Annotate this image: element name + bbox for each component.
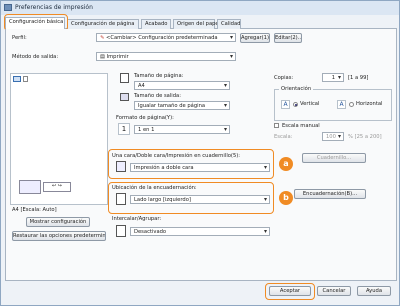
badge-b: b (279, 191, 293, 205)
printer-icon (4, 4, 12, 11)
profile-label: Perfil: (12, 35, 27, 41)
show-settings-button[interactable]: Mostrar configuración (26, 217, 90, 227)
window-title: Preferencias de impresión (15, 4, 93, 11)
print-icon: ▤ (100, 54, 105, 60)
restore-defaults-button[interactable]: Restaurar las opciones predeterminadas (12, 231, 106, 241)
landscape-label: Horizontal (356, 101, 383, 107)
printer-preview-icon (19, 180, 41, 194)
profile-select[interactable]: ✎ <Cambiar> Configuración predeterminada (96, 33, 236, 42)
manual-scaling-checkbox[interactable] (274, 123, 279, 128)
collate-select[interactable]: Desactivado (130, 227, 270, 236)
duplex-icon (116, 161, 126, 172)
output-method-label: Método de salida: (12, 54, 59, 60)
cancel-button[interactable]: Cancelar (317, 286, 351, 296)
preview-page-icon[interactable] (23, 76, 28, 82)
output-size-select[interactable]: Igualar tamaño de página (134, 101, 230, 110)
binding-button[interactable]: Encuadernación(B)... (294, 189, 366, 199)
page-layout-label: Formato de página(Y): (116, 115, 174, 121)
booklet-button[interactable]: Cuadernillo... (302, 153, 366, 163)
preview-mode-icon[interactable] (13, 76, 21, 82)
title-bar: Preferencias de impresión (1, 1, 399, 15)
binding-location-label: Ubicación de la encuadernación: (112, 185, 197, 191)
page-layout-icon: 1 (118, 123, 130, 135)
binding-icon (116, 193, 126, 205)
badge-a: a (279, 157, 293, 171)
output-size-icon (120, 93, 129, 101)
profile-value: <Cambiar> Configuración predeterminada (106, 35, 218, 41)
duplex-select[interactable]: Impresión a doble cara (130, 163, 270, 172)
preview-caption: A4 [Escala: Auto] (12, 207, 57, 213)
page-flip-icon: ↩ ↪ (43, 182, 71, 192)
page-size-select[interactable]: A4 (134, 81, 230, 90)
page-size-label: Tamaño de página: (134, 73, 184, 79)
portrait-radio[interactable] (293, 102, 298, 107)
tab-page-setup[interactable]: Configuración de página (67, 19, 139, 29)
duplex-label: Una cara/Doble cara/Impresión en cuadern… (112, 153, 241, 159)
scaling-input[interactable]: 100 (322, 132, 344, 141)
landscape-radio[interactable] (349, 102, 354, 107)
portrait-icon: A (281, 100, 290, 109)
page-layout-select[interactable]: 1 en 1 (134, 125, 230, 134)
print-preferences-window: Preferencias de impresión Configuración … (0, 0, 400, 306)
collate-label: Intercalar/Agrupar: (112, 216, 162, 222)
collate-icon (116, 225, 126, 237)
manual-scaling-label: Escala manual (282, 123, 320, 129)
help-button[interactable]: Ayuda (357, 286, 391, 296)
portrait-label: Vertical (300, 101, 320, 107)
output-method-select[interactable]: ▤ Imprimir (96, 52, 236, 61)
orientation-group: Orientación A Vertical A Horizontal (274, 86, 392, 121)
landscape-icon: A (337, 100, 346, 109)
output-size-label: Tamaño de salida: (134, 93, 181, 99)
add-profile-button[interactable]: Agregar(1)... (240, 33, 270, 43)
page-preview: ↩ ↪ (10, 73, 108, 205)
copies-label: Copias: (274, 75, 294, 81)
edit-profile-button[interactable]: Editar(2)... (274, 33, 302, 43)
tab-quality[interactable]: Calidad (217, 19, 241, 29)
tab-paper-source[interactable]: Origen del papel (173, 19, 220, 29)
binding-location-select[interactable]: Lado largo [izquierdo] (130, 195, 270, 204)
output-method-value: Imprimir (106, 54, 129, 60)
copies-range: [1 a 99] (348, 75, 369, 81)
ok-button[interactable]: Aceptar (269, 286, 311, 296)
scaling-range: % [25 a 200] (348, 134, 382, 140)
basic-settings-panel: Perfil: ✎ <Cambiar> Configuración predet… (5, 29, 397, 281)
copies-input[interactable]: 1 (322, 73, 344, 82)
pencil-icon: ✎ (100, 35, 105, 41)
tab-finishing[interactable]: Acabado (141, 19, 171, 29)
page-size-icon (120, 73, 129, 83)
orientation-label: Orientación (279, 86, 314, 92)
scaling-label: Escala: (274, 134, 293, 140)
